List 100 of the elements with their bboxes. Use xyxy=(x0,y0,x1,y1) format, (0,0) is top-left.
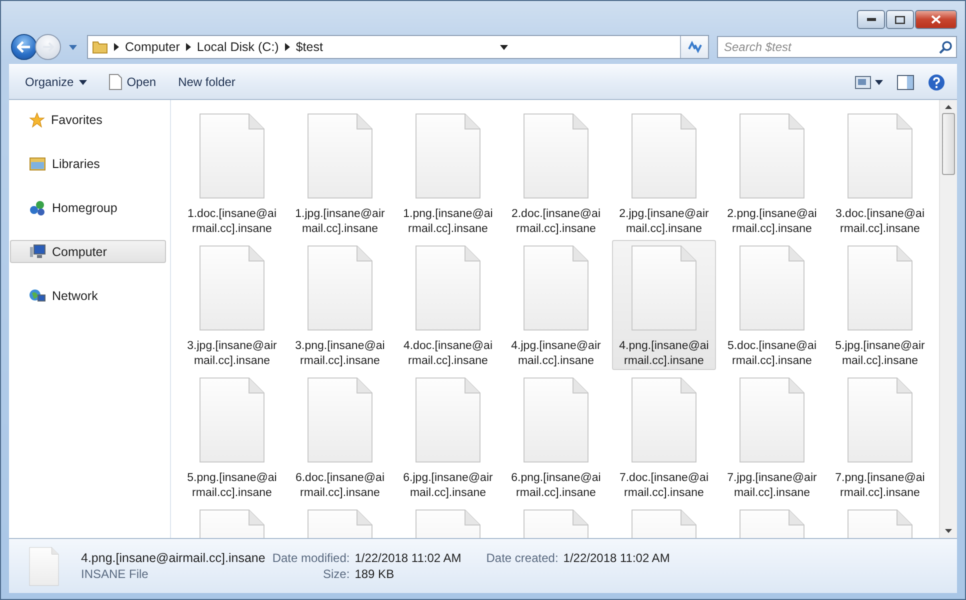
file-item[interactable]: 1.png.[insane@ai rmail.cc].insane xyxy=(396,108,500,238)
details-value: 189 KB xyxy=(354,567,396,581)
file-name: 4.jpg.[insane@air mail.cc].insane xyxy=(511,339,601,369)
star-icon xyxy=(29,112,45,128)
file-item[interactable]: 4.doc.[insane@ai rmail.cc].insane xyxy=(396,240,500,370)
file-name: 7.jpg.[insane@air mail.cc].insane xyxy=(727,471,817,501)
file-name: 7.doc.[insane@ai rmail.cc].insane xyxy=(619,471,709,501)
file-name: 6.doc.[insane@ai rmail.cc].insane xyxy=(295,471,385,501)
refresh-button[interactable] xyxy=(680,36,708,58)
caret-up-icon xyxy=(945,105,952,109)
file-icon xyxy=(847,113,913,199)
sidebar-item[interactable]: Computer xyxy=(10,240,166,263)
file-icon xyxy=(847,245,913,331)
close-icon xyxy=(931,15,941,24)
file-item[interactable]: 4.png.[insane@ai rmail.cc].insane xyxy=(612,240,716,370)
file-icon xyxy=(415,113,481,199)
caret-icon xyxy=(78,80,87,84)
sidebar-item[interactable]: Network xyxy=(10,284,166,307)
details-value: 1/22/2018 11:02 AM xyxy=(354,551,462,565)
file-icon xyxy=(29,546,59,586)
back-button[interactable] xyxy=(11,34,37,60)
maximize-button[interactable] xyxy=(886,10,914,29)
sidebar-label: Favorites xyxy=(51,112,102,126)
scrollbar[interactable] xyxy=(939,100,957,538)
refresh-icon xyxy=(686,40,702,54)
breadcrumb-item[interactable]: Local Disk (C:) xyxy=(196,40,279,54)
close-button[interactable] xyxy=(915,10,957,29)
minimize-button[interactable] xyxy=(857,10,885,29)
sidebar-label: Homegroup xyxy=(52,200,118,214)
caret-down-icon xyxy=(945,529,952,533)
file-item[interactable]: 5.png.[insane@ai rmail.cc].insane xyxy=(180,372,284,502)
address-field[interactable]: Computer Local Disk (C:) $test xyxy=(87,35,709,59)
file-icon xyxy=(307,245,373,331)
sidebar-label: Network xyxy=(52,288,98,302)
file-name: 3.png.[insane@ai rmail.cc].insane xyxy=(295,339,385,369)
file-item[interactable]: 2.jpg.[insane@air mail.cc].insane xyxy=(612,108,716,238)
file-item[interactable]: 6.jpg.[insane@air mail.cc].insane xyxy=(396,372,500,502)
file-icon xyxy=(199,113,265,199)
file-name: 4.doc.[insane@ai rmail.cc].insane xyxy=(403,339,493,369)
minimize-icon xyxy=(866,18,876,21)
file-name: 4.png.[insane@ai rmail.cc].insane xyxy=(619,339,709,369)
toolbar-button[interactable]: New folder xyxy=(170,71,244,93)
file-icon xyxy=(739,377,805,463)
caret-icon xyxy=(69,44,77,50)
file-icon xyxy=(631,377,697,463)
details-file-type: INSANE File xyxy=(81,567,150,581)
file-icon xyxy=(307,113,373,199)
file-item[interactable]: 6.png.[insane@ai rmail.cc].insane xyxy=(504,372,608,502)
file-icon xyxy=(199,245,265,331)
file-name: 3.jpg.[insane@air mail.cc].insane xyxy=(187,339,277,369)
file-icon xyxy=(739,245,805,331)
sidebar-item[interactable]: Favorites xyxy=(10,108,166,131)
file-item[interactable]: 3.doc.[insane@ai rmail.cc].insane xyxy=(828,108,932,238)
file-icon xyxy=(523,113,589,199)
file-item[interactable]: 5.jpg.[insane@air mail.cc].insane xyxy=(828,240,932,370)
file-item[interactable]: 7.doc.[insane@ai rmail.cc].insane xyxy=(612,372,716,502)
view-icon xyxy=(855,76,871,88)
details-label: Date modified: xyxy=(272,551,350,565)
sidebar-item[interactable]: Libraries xyxy=(10,152,166,175)
search-icon xyxy=(939,40,952,54)
toolbar-button[interactable]: Open xyxy=(100,70,164,94)
toolbar-button[interactable]: Organize xyxy=(17,71,95,93)
file-item[interactable]: 2.doc.[insane@ai rmail.cc].insane xyxy=(504,108,608,238)
scroll-thumb[interactable] xyxy=(942,113,955,175)
file-item[interactable]: 1.doc.[insane@ai rmail.cc].insane xyxy=(180,108,284,238)
breadcrumb-item[interactable]: $test xyxy=(296,40,323,54)
file-name: 1.png.[insane@ai rmail.cc].insane xyxy=(403,207,493,237)
file-name: 3.doc.[insane@ai rmail.cc].insane xyxy=(835,207,925,237)
file-icon xyxy=(631,113,697,199)
search-input[interactable]: Search $test xyxy=(722,39,939,55)
file-icon xyxy=(415,245,481,331)
chevron-icon xyxy=(114,43,119,51)
file-item[interactable]: 6.doc.[insane@ai rmail.cc].insane xyxy=(288,372,392,502)
file-item[interactable]: 4.jpg.[insane@air mail.cc].insane xyxy=(504,240,608,370)
chevron-icon xyxy=(186,43,191,51)
file-name: 1.doc.[insane@ai rmail.cc].insane xyxy=(187,207,277,237)
file-item[interactable]: 1.jpg.[insane@air mail.cc].insane xyxy=(288,108,392,238)
chevron-icon xyxy=(284,43,290,51)
page-icon xyxy=(108,74,122,90)
file-name: 6.jpg.[insane@air mail.cc].insane xyxy=(403,471,493,501)
search-field[interactable]: Search $test xyxy=(717,36,957,58)
file-item[interactable]: 7.png.[insane@ai rmail.cc].insane xyxy=(828,372,932,502)
file-item[interactable]: 7.jpg.[insane@air mail.cc].insane xyxy=(720,372,824,502)
file-item[interactable]: 2.png.[insane@ai rmail.cc].insane xyxy=(720,108,824,238)
breadcrumb-item[interactable]: Computer xyxy=(125,40,180,54)
file-icon xyxy=(199,377,265,463)
sidebar-label: Computer xyxy=(52,244,107,258)
file-icon xyxy=(307,377,373,463)
file-icon xyxy=(415,377,481,463)
file-item[interactable]: 3.png.[insane@ai rmail.cc].insane xyxy=(288,240,392,370)
file-item[interactable]: 3.jpg.[insane@air mail.cc].insane xyxy=(180,240,284,370)
maximize-icon xyxy=(895,16,905,24)
file-icon xyxy=(523,377,589,463)
library-icon xyxy=(29,156,46,171)
help-icon xyxy=(928,74,945,90)
file-name: 1.jpg.[insane@air mail.cc].insane xyxy=(295,207,385,237)
file-item[interactable]: 5.doc.[insane@ai rmail.cc].insane xyxy=(720,240,824,370)
file-icon xyxy=(739,113,805,199)
arrow-right-icon xyxy=(42,42,54,52)
sidebar-item[interactable]: Homegroup xyxy=(10,196,166,219)
